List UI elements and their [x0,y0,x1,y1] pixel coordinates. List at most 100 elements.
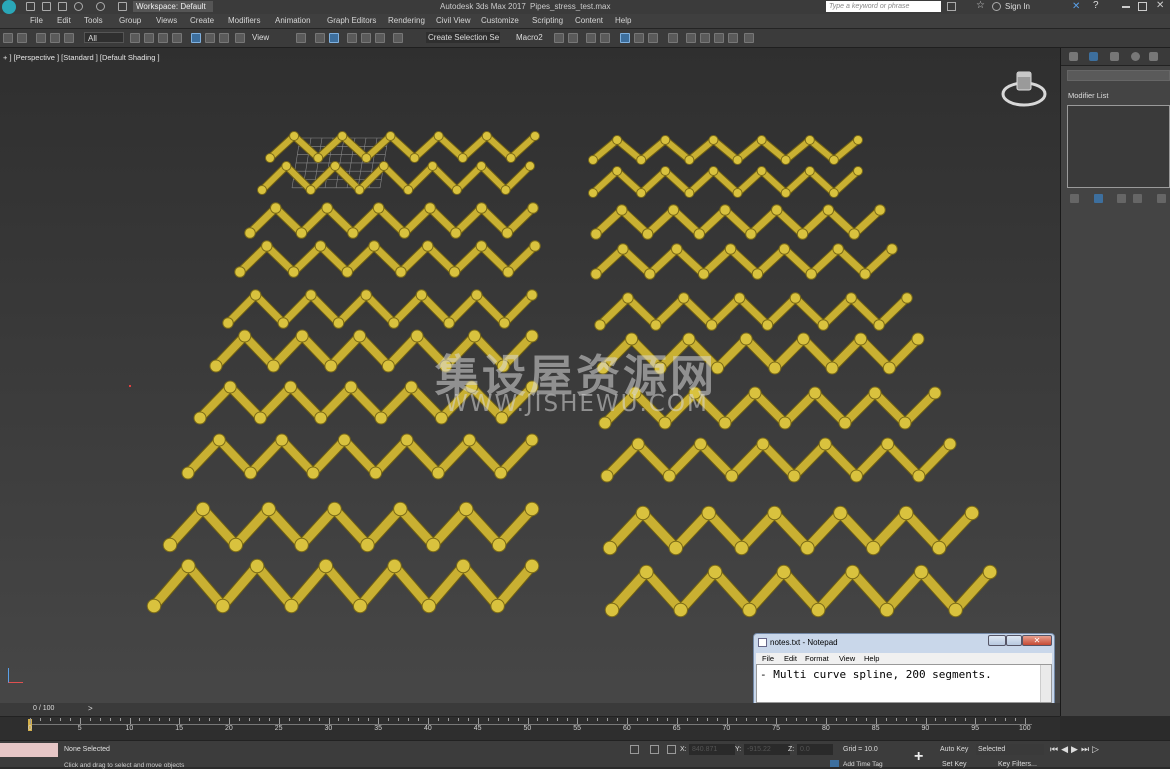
select-object-icon[interactable] [130,33,140,43]
display-tab-icon[interactable] [1149,52,1158,61]
menu-file[interactable]: File [30,16,43,25]
material-editor-icon[interactable] [668,33,678,43]
exchange-icon[interactable]: ✕ [1072,1,1080,12]
notepad-menu-format[interactable]: Format [805,654,829,663]
rect-selection-icon[interactable] [158,33,168,43]
percent-snap-icon[interactable] [361,33,371,43]
object-name-field[interactable] [1067,70,1170,81]
save-file-icon[interactable] [58,2,67,11]
search-input[interactable]: Type a keyword or phrase [826,1,941,12]
render-iterative-icon[interactable] [728,33,738,43]
select-move-icon[interactable] [191,33,201,43]
add-icon[interactable]: + [914,748,923,766]
link-icon[interactable] [36,33,46,43]
project-icon[interactable] [118,2,127,11]
macro-button[interactable]: Macro2 [516,33,543,42]
binoculars-icon[interactable] [947,2,956,11]
select-scale-icon[interactable] [219,33,229,43]
show-end-result-icon[interactable] [1094,194,1103,203]
notepad-menu-help[interactable]: Help [864,654,879,663]
absolute-mode-icon[interactable] [667,745,676,754]
minimize-icon[interactable] [1122,6,1130,8]
motion-tab-icon[interactable] [1131,52,1140,61]
place-icon[interactable] [235,33,245,43]
edit-named-sets-icon[interactable] [393,33,403,43]
notepad-window[interactable]: notes.txt - Notepad ✕ File Edit Format V… [753,633,1055,706]
y-coordinate-field[interactable]: -915.22 [744,744,790,755]
next-frame-button[interactable]: > [88,704,93,713]
snap-toggle-icon[interactable] [329,33,339,43]
isolate-selection-icon[interactable] [630,745,639,754]
configure-modifier-sets-icon[interactable] [1157,194,1166,203]
help-icon[interactable]: ? [1093,0,1099,11]
maxscript-listener[interactable] [0,743,58,757]
modify-tab-icon[interactable] [1089,52,1098,61]
menu-animation[interactable]: Animation [275,16,311,25]
layer-explorer-icon[interactable] [586,33,596,43]
menu-tools[interactable]: Tools [84,16,103,25]
notepad-scrollbar[interactable] [1040,665,1051,702]
unlink-icon[interactable] [50,33,60,43]
angle-snap-icon[interactable] [347,33,357,43]
pipe-spline[interactable] [593,206,883,238]
viewcube-icon[interactable] [1000,68,1048,116]
menu-edit[interactable]: Edit [57,16,71,25]
rendered-frame-icon[interactable] [700,33,710,43]
menu-rendering[interactable]: Rendering [388,16,425,25]
mirror-icon[interactable] [554,33,564,43]
menu-help[interactable]: Help [615,16,631,25]
notepad-menu-edit[interactable]: Edit [784,654,797,663]
select-by-name-icon[interactable] [144,33,154,43]
menu-civil-view[interactable]: Civil View [436,16,471,25]
selection-filter-dropdown[interactable]: All [84,32,124,43]
menu-modifiers[interactable]: Modifiers [228,16,260,25]
set-key-button[interactable]: Set Key [942,761,967,768]
viewport-label[interactable]: + ] [Perspective ] [Standard ] [Default … [3,53,160,62]
align-icon[interactable] [568,33,578,43]
ribbon-icon[interactable] [620,33,630,43]
workspace-dropdown[interactable]: Workspace: Default [133,1,213,12]
bind-spacewarp-icon[interactable] [64,33,74,43]
menu-scripting[interactable]: Scripting [532,16,563,25]
menu-graph-editors[interactable]: Graph Editors [327,16,376,25]
perspective-viewport[interactable]: + ] [Perspective ] [Standard ] [Default … [0,48,1061,716]
app-logo-icon[interactable] [2,0,16,14]
notepad-maximize-button[interactable] [1006,635,1022,646]
undo-icon[interactable] [3,33,13,43]
keyboard-shortcut-icon[interactable] [315,33,325,43]
menu-content[interactable]: Content [575,16,603,25]
notepad-close-button[interactable]: ✕ [1022,635,1052,646]
create-selection-set-dropdown[interactable]: Create Selection Se [426,32,500,43]
menu-create[interactable]: Create [190,16,214,25]
modifier-stack[interactable] [1067,105,1170,188]
open-file-icon[interactable] [42,2,51,11]
modifier-list-label[interactable]: Modifier List [1068,91,1108,100]
render-activeshade-icon[interactable] [744,33,754,43]
close-icon[interactable]: ✕ [1156,0,1164,11]
maximize-icon[interactable] [1138,2,1147,11]
notepad-minimize-button[interactable] [988,635,1006,646]
time-slider[interactable]: 0 / 100 > [0,703,1060,716]
notepad-menu-view[interactable]: View [839,654,855,663]
notepad-text-area[interactable]: - Multi curve spline, 200 segments. [756,664,1052,703]
pivot-center-icon[interactable] [296,33,306,43]
undo-icon[interactable] [74,2,83,11]
user-icon[interactable] [992,2,1001,11]
redo-icon[interactable] [96,2,105,11]
curve-editor-icon[interactable] [634,33,644,43]
schematic-view-icon[interactable] [648,33,658,43]
new-file-icon[interactable] [26,2,35,11]
redo-icon[interactable] [17,33,27,43]
reference-coordinate-dropdown[interactable]: View [252,32,290,43]
create-tab-icon[interactable] [1069,52,1078,61]
window-crossing-icon[interactable] [172,33,182,43]
remove-modifier-icon[interactable] [1133,194,1142,203]
playback-controls[interactable]: ⏮◀▶⏭▷ [1050,744,1102,755]
render-production-icon[interactable] [714,33,724,43]
z-coordinate-field[interactable]: 0.0 [797,744,833,755]
hierarchy-tab-icon[interactable] [1110,52,1119,61]
key-mode-dropdown[interactable]: Selected [976,744,1044,755]
menu-group[interactable]: Group [119,16,141,25]
lock-selection-icon[interactable] [650,745,659,754]
pin-stack-icon[interactable] [1070,194,1079,203]
